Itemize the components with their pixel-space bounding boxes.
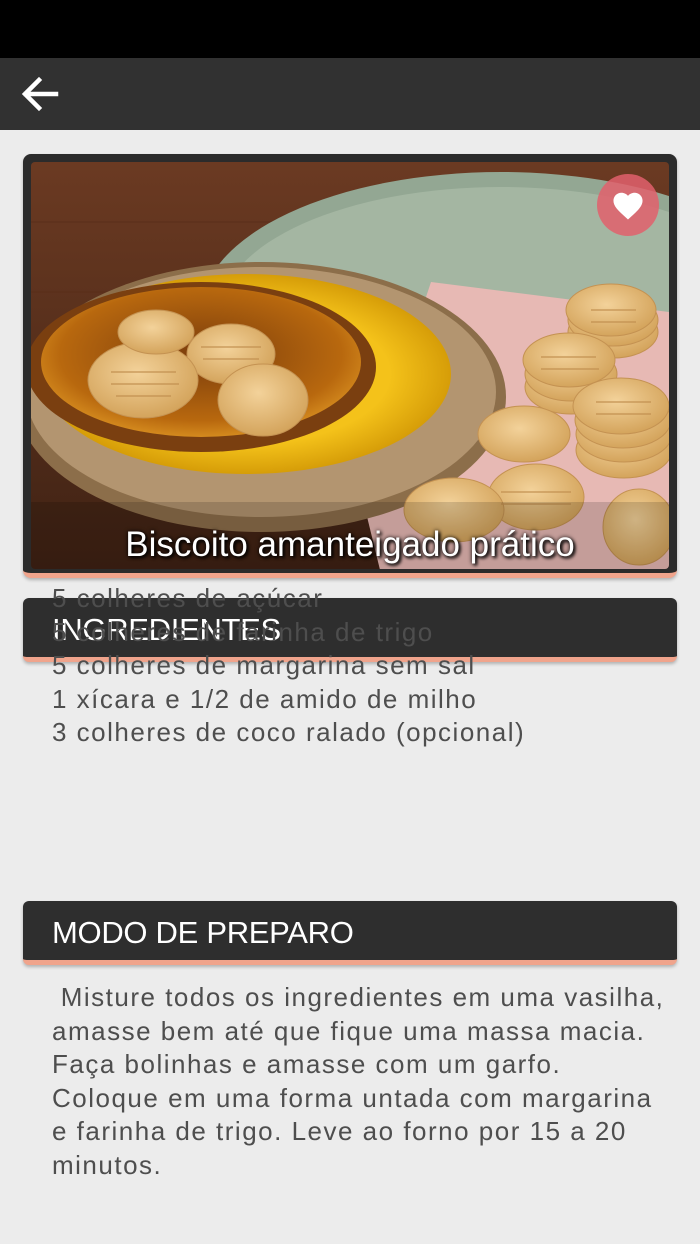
- favorite-button[interactable]: [597, 174, 659, 236]
- preparation-text: Misture todos os ingredientes em uma vas…: [52, 982, 674, 1180]
- heart-icon: [613, 192, 643, 220]
- recipe-hero-card: Biscoito amanteigado prático: [23, 154, 677, 578]
- ingredient-item: 5 colheres de farinha de trigo: [52, 616, 434, 647]
- app-bar: [0, 58, 700, 130]
- ingredients-list: 5 colheres de açúcar 5 colheres de farin…: [52, 582, 525, 750]
- back-button[interactable]: [10, 66, 70, 122]
- recipe-photo: Biscoito amanteigado prático: [31, 162, 669, 569]
- ingredient-item: 5 colheres de açúcar: [52, 583, 324, 613]
- ingredient-item: 5 colheres de margarina sem sal: [52, 650, 476, 680]
- recipe-title: Biscoito amanteigado prático: [125, 525, 575, 564]
- arrow-left-icon: [21, 76, 59, 112]
- preparation-header-label: MODO DE PREPARO: [52, 915, 354, 950]
- ingredient-item: 3 colheres de coco ralado (opcional): [52, 717, 526, 747]
- ingredient-item: 1 xícara e 1/2 de amido de milho: [52, 683, 478, 714]
- status-bar: [0, 0, 700, 58]
- preparation-header: MODO DE PREPARO: [23, 901, 677, 965]
